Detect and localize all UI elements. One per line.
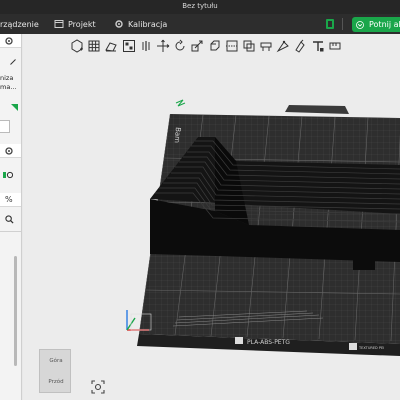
- text-icon: [312, 41, 324, 52]
- seam-button[interactable]: [275, 38, 291, 54]
- plate-type-label: PLA-ABS-PETG: [247, 339, 290, 346]
- lay-on-face-button[interactable]: [207, 38, 223, 54]
- edit-icon[interactable]: [10, 59, 16, 65]
- boolean-button[interactable]: [241, 38, 257, 54]
- filament-name-line1: niza: [0, 74, 14, 82]
- project-icon: [54, 20, 64, 28]
- boolean-icon: [243, 40, 255, 52]
- build-plate-scene[interactable]: PLA-ABS-PETG TEXTURED PEI Bam: [23, 34, 400, 400]
- move-button[interactable]: [155, 38, 171, 54]
- support-icon: [260, 42, 272, 51]
- tab-calibration-label: Kalibracja: [128, 19, 168, 29]
- printer-header: [0, 34, 21, 48]
- top-navigation-bar: rządzenie Projekt Kalibracja Potnij ak: [0, 14, 400, 34]
- scale-button[interactable]: [189, 38, 205, 54]
- scale-icon: [191, 40, 203, 52]
- left-sidebar: niza ma... %: [0, 34, 22, 400]
- profile-toggle-icon[interactable]: [3, 170, 13, 180]
- view-cube[interactable]: Góra Przód: [39, 349, 71, 393]
- plate-brand-icon: [349, 343, 357, 350]
- filament-name-line2: ma...: [0, 83, 17, 91]
- text-button[interactable]: [310, 38, 326, 54]
- split-button[interactable]: [138, 38, 154, 54]
- 3d-viewport[interactable]: PLA-ABS-PETG TEXTURED PEI Bam Góra Przód: [23, 34, 400, 400]
- arrange-icon: [122, 40, 135, 52]
- add-object-icon: [71, 39, 83, 53]
- percent-icon[interactable]: %: [5, 195, 13, 204]
- filament-color-marker: [11, 104, 18, 111]
- add-object-button[interactable]: [69, 38, 85, 54]
- arrange-button[interactable]: [121, 38, 137, 54]
- gear-icon[interactable]: [4, 36, 14, 46]
- title-bar: Bez tytułu: [0, 0, 400, 14]
- add-plate-button[interactable]: [86, 38, 102, 54]
- tab-devices[interactable]: rządzenie: [0, 14, 39, 34]
- percent-header: %: [0, 193, 21, 207]
- gear-icon[interactable]: [4, 146, 14, 156]
- cut-button[interactable]: [224, 38, 240, 54]
- chevron-down-icon: [356, 20, 364, 29]
- paint-icon: [295, 39, 306, 53]
- plate-brand-label: TEXTURED PEI: [358, 346, 384, 350]
- view-cube-front[interactable]: Przód: [40, 379, 72, 385]
- process-header: [0, 144, 21, 158]
- seam-icon: [276, 40, 290, 53]
- tab-project[interactable]: Projekt: [54, 14, 96, 34]
- filament-field[interactable]: [0, 120, 10, 133]
- slice-plate-label: Potnij ak: [369, 20, 400, 29]
- measure-button[interactable]: [327, 38, 343, 54]
- move-cursor-icon: [175, 99, 186, 107]
- plate-edge-label: Bam: [173, 127, 182, 144]
- sidebar-divider: [0, 231, 21, 232]
- sidebar-scrollbar[interactable]: [14, 256, 17, 366]
- plate-handle: [285, 105, 349, 114]
- object-toolbar: [69, 36, 400, 56]
- plate-logo-icon: [235, 337, 243, 344]
- calibration-icon: [115, 20, 123, 28]
- rotate-button[interactable]: [172, 38, 188, 54]
- view-cube-top[interactable]: Góra: [40, 358, 72, 364]
- orient-button[interactable]: [103, 38, 119, 54]
- search-icon[interactable]: [5, 215, 14, 224]
- tab-calibration[interactable]: Kalibracja: [114, 14, 167, 34]
- tab-project-label: Projekt: [68, 19, 96, 29]
- lay-on-face-icon: [210, 40, 219, 51]
- tab-devices-label: rządzenie: [0, 19, 39, 29]
- fit-view-icon[interactable]: [91, 380, 105, 394]
- move-icon: [156, 39, 170, 52]
- rotate-icon: [175, 39, 185, 51]
- navbar-divider: [342, 18, 343, 30]
- add-plate-icon: [88, 40, 100, 52]
- window-title: Bez tytułu: [182, 2, 218, 10]
- measure-icon: [329, 42, 341, 50]
- support-button[interactable]: [258, 38, 274, 54]
- paint-button[interactable]: [292, 38, 308, 54]
- slice-plate-button[interactable]: Potnij ak: [352, 17, 400, 32]
- orient-icon: [105, 42, 118, 52]
- split-icon: [142, 41, 150, 51]
- cut-icon: [225, 40, 238, 52]
- cube-icon[interactable]: [325, 18, 335, 30]
